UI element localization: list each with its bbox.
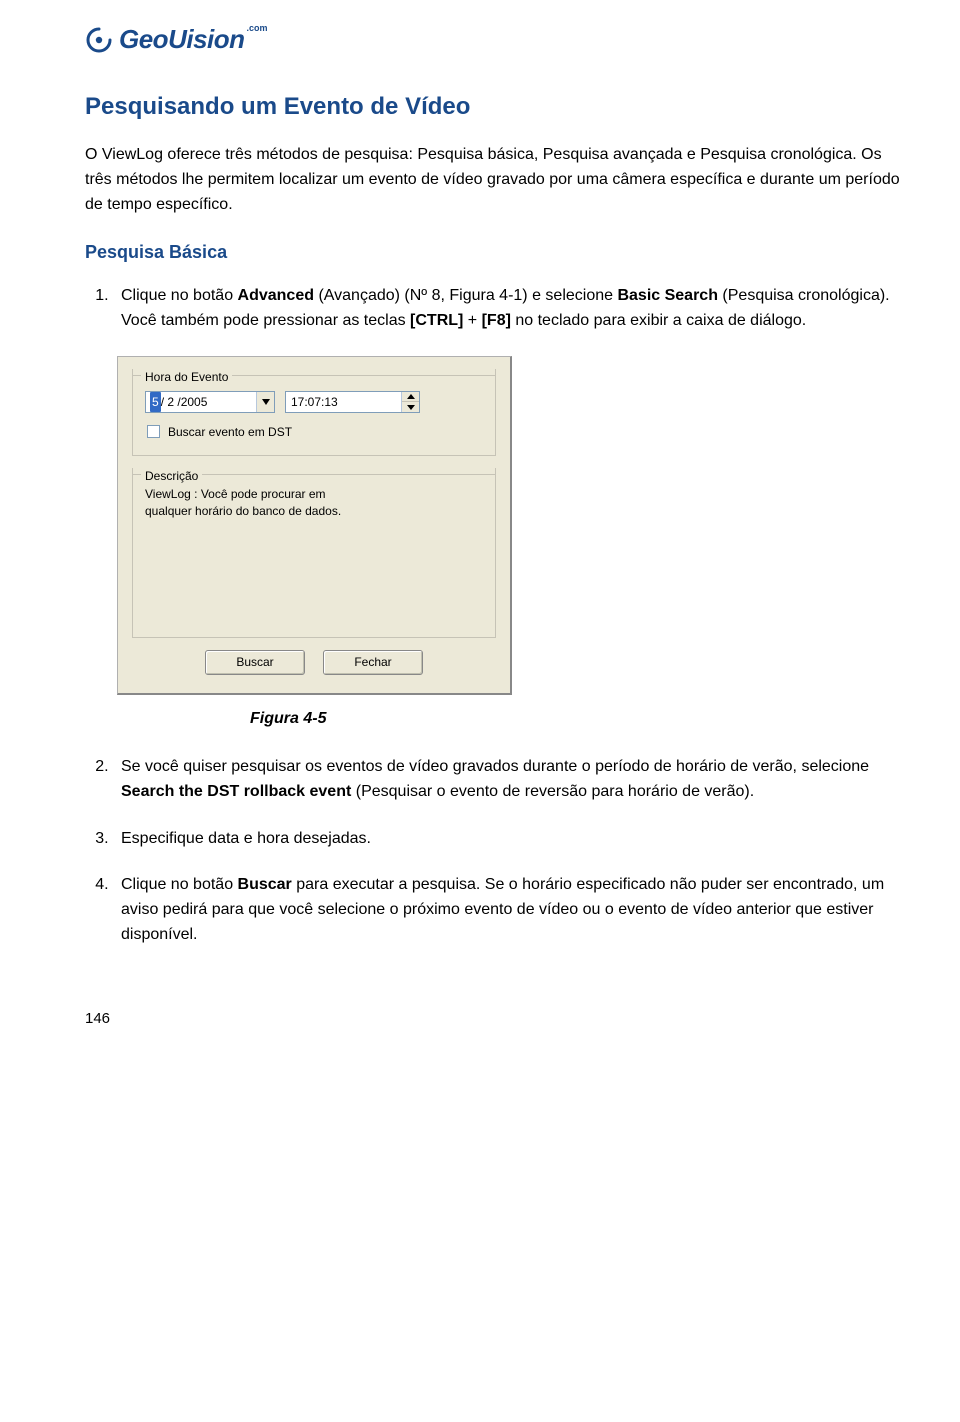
groupbox-description: Descrição ViewLog : Você pode procurar e… xyxy=(132,468,496,638)
step-2: Se você quiser pesquisar os eventos de v… xyxy=(113,755,900,805)
groupbox-event-time: Hora do Evento 5/ 2 /2005 17:07:13 xyxy=(132,369,496,456)
logo-text: GeoUision.com xyxy=(119,20,268,59)
close-button[interactable]: Fechar xyxy=(323,650,423,675)
figure-caption: Figura 4-5 xyxy=(250,707,900,731)
intro-paragraph: O ViewLog oferece três métodos de pesqui… xyxy=(85,143,900,217)
section-heading-basic-search: Pesquisa Básica xyxy=(85,239,900,266)
brand-logo: GeoUision.com xyxy=(85,20,900,59)
chevron-down-icon[interactable] xyxy=(256,392,274,412)
step-4: Clique no botão Buscar para executar a p… xyxy=(113,873,900,947)
spinner-up-icon[interactable] xyxy=(402,392,419,403)
basic-search-dialog: Hora do Evento 5/ 2 /2005 17:07:13 xyxy=(117,356,512,695)
description-text: ViewLog : Você pode procurar em qualquer… xyxy=(145,486,483,520)
step-1: Clique no botão Advanced (Avançado) (Nº … xyxy=(113,284,900,334)
logo-arc-icon xyxy=(85,26,113,54)
groupbox-legend-desc: Descrição xyxy=(141,467,202,485)
search-button[interactable]: Buscar xyxy=(205,650,305,675)
dst-checkbox-label: Buscar evento em DST xyxy=(168,423,292,441)
date-field[interactable]: 5/ 2 /2005 xyxy=(145,391,275,413)
dialog-screenshot: Hora do Evento 5/ 2 /2005 17:07:13 xyxy=(117,356,900,695)
groupbox-legend-time: Hora do Evento xyxy=(141,368,232,386)
time-field[interactable]: 17:07:13 xyxy=(285,391,420,413)
dst-checkbox-row[interactable]: Buscar evento em DST xyxy=(147,423,483,441)
steps-list: Clique no botão Advanced (Avançado) (Nº … xyxy=(85,284,900,334)
page-number: 146 xyxy=(85,1008,900,1031)
spinner-down-icon[interactable] xyxy=(402,402,419,412)
step-3: Especifique data e hora desejadas. xyxy=(113,827,900,852)
page-title: Pesquisando um Evento de Vídeo xyxy=(85,89,900,125)
spinner-buttons[interactable] xyxy=(401,392,419,412)
checkbox-icon[interactable] xyxy=(147,425,160,438)
steps-list-continued: Se você quiser pesquisar os eventos de v… xyxy=(85,755,900,948)
